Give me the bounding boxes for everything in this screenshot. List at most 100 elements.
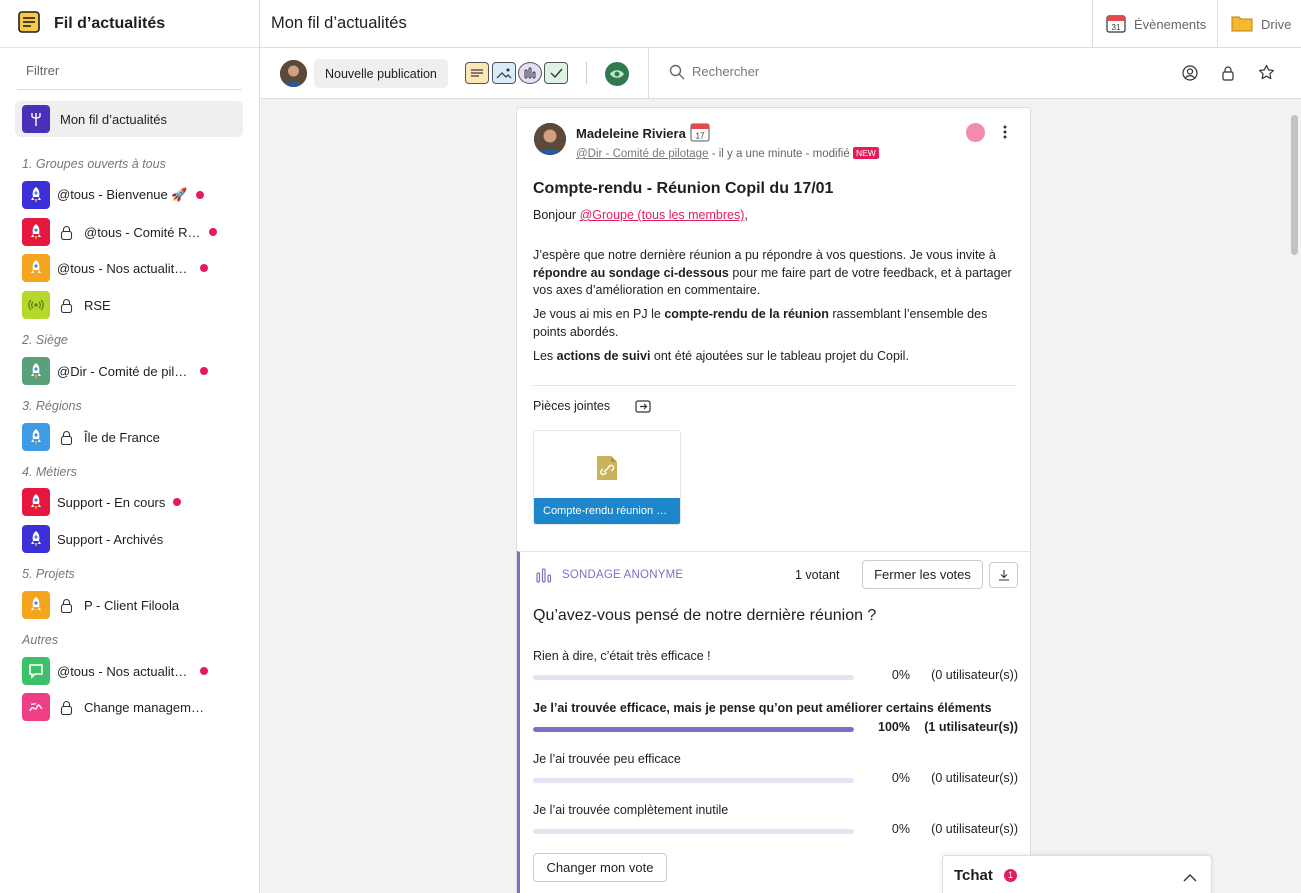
post-time: - il y a une minute: [711, 148, 803, 160]
scrollbar[interactable]: [1288, 99, 1301, 893]
group-label: @tous - Nos actualité…: [57, 663, 192, 679]
folder-icon: [1231, 13, 1253, 36]
poll-chart-icon: [535, 567, 553, 586]
poll-icon[interactable]: [518, 62, 542, 84]
group-rocket-icon: [22, 181, 50, 209]
poll-option-label[interactable]: Je l’ai trouvée peu efficace: [533, 752, 681, 766]
sidebar-group-item[interactable]: P - Client Filoola: [22, 591, 179, 619]
search-icon: [669, 64, 685, 83]
filter-input[interactable]: Filtrer: [17, 62, 242, 90]
star-icon[interactable]: [1258, 64, 1275, 84]
image-icon[interactable]: [492, 62, 516, 84]
post-paragraph-2: Je vous ai mis en PJ le compte-rendu de …: [533, 307, 988, 339]
more-options-icon[interactable]: [1003, 125, 1007, 142]
poll-option-percent: 0%: [891, 771, 910, 785]
sidebar-group-item[interactable]: @tous - Bienvenue 🚀: [22, 181, 204, 209]
group-label: @tous - Comité R…: [84, 224, 201, 240]
post-toolbar: Nouvelle publication: [260, 48, 1301, 99]
group-label: @tous - Bienvenue 🚀: [57, 187, 188, 202]
poll-option-bar: [533, 778, 854, 783]
user-avatar[interactable]: [280, 60, 307, 87]
author-avatar[interactable]: [534, 123, 566, 155]
post-calendar-day: 17: [696, 132, 705, 141]
post-greeting: Bonjour @Groupe (tous les membres),: [533, 208, 748, 222]
group-signal-icon: [22, 291, 50, 319]
chat-panel[interactable]: Tchat 1: [942, 855, 1212, 893]
unread-dot: [200, 667, 208, 675]
sidebar-group-item[interactable]: Île de France: [22, 423, 160, 451]
sidebar-item-my-feed[interactable]: Mon fil d’actualités: [15, 101, 243, 137]
scrollbar-thumb[interactable]: [1291, 115, 1298, 255]
poll-option-count: (1 utilisateur(s)): [924, 720, 1018, 734]
sidebar-group-item[interactable]: @tous - Comité R…: [22, 218, 217, 246]
search-input[interactable]: [692, 64, 992, 79]
group-rocket-icon: [22, 488, 50, 516]
group-rocket-icon: [22, 218, 50, 246]
attachments-label: Pièces jointes: [533, 399, 611, 413]
reaction-dot-icon[interactable]: [966, 123, 985, 142]
close-votes-button[interactable]: Fermer les votes: [862, 560, 983, 589]
attachment-export-icon[interactable]: [635, 399, 651, 417]
chat-badge: 1: [1004, 869, 1017, 882]
change-vote-button[interactable]: Changer mon vote: [533, 853, 667, 882]
sidebar-group-item[interactable]: @tous - Nos actualité…: [22, 657, 208, 685]
drive-button[interactable]: Drive: [1217, 0, 1301, 48]
article-icon[interactable]: [465, 62, 489, 84]
poll-option-label[interactable]: Je l’ai trouvée efficace, mais je pense …: [533, 701, 992, 715]
unread-dot: [200, 264, 208, 272]
events-button[interactable]: 31 Évènements: [1092, 0, 1217, 48]
sidebar-group-item[interactable]: Support - Archivés: [22, 525, 163, 553]
checklist-icon[interactable]: [544, 62, 568, 84]
new-badge: NEW: [852, 147, 879, 159]
newsfeed-icon: [18, 11, 40, 36]
group-label: P - Client Filoola: [84, 597, 180, 613]
page-title: Mon fil d’actualités: [271, 14, 407, 32]
poll-option-count: (0 utilisateur(s)): [931, 668, 1018, 682]
poll-option-bar: [533, 727, 854, 732]
chat-label: Tchat: [954, 867, 993, 884]
group-rocket-icon: [22, 357, 50, 385]
group-label: Île de France: [84, 429, 160, 445]
chevron-up-icon[interactable]: [1183, 870, 1197, 885]
download-button[interactable]: [989, 562, 1018, 588]
user-circle-icon[interactable]: [1182, 65, 1198, 84]
author-name[interactable]: Madeleine Riviera: [576, 126, 686, 141]
poll-option-count: (0 utilisateur(s)): [931, 771, 1018, 785]
group-rocket-icon: [22, 423, 50, 451]
group-scribble-icon: [22, 693, 50, 721]
sidebar-section-title: 5. Projets: [22, 567, 75, 581]
sidebar-section-title: Autres: [22, 633, 59, 647]
drive-label: Drive: [1261, 16, 1292, 32]
unread-dot: [195, 191, 204, 199]
group-rocket-icon: [22, 525, 50, 553]
sidebar-group-item[interactable]: Support - En cours: [22, 488, 182, 516]
sidebar-group-item[interactable]: Change management: [22, 693, 209, 721]
sidebar-group-item[interactable]: @Dir - Comité de pilot…: [22, 357, 208, 385]
sidebar-item-label: Mon fil d’actualités: [60, 111, 167, 127]
poll-option-label[interactable]: Je l’ai trouvée complètement inutile: [533, 803, 728, 817]
calendar-day: 31: [1112, 23, 1121, 32]
group-link[interactable]: @Dir - Comité de pilotage: [576, 148, 708, 160]
attachment-card[interactable]: Compte-rendu réunion …: [533, 430, 681, 525]
sidebar-section-title: 3. Régions: [22, 399, 82, 413]
mention-link[interactable]: @Groupe (tous les membres): [580, 208, 745, 222]
sidebar-group-item[interactable]: RSE: [22, 291, 111, 319]
group-label: @Dir - Comité de pilot…: [57, 363, 192, 379]
toolbar-divider: [586, 62, 587, 84]
sidebar-group-item[interactable]: @tous - Nos actualité…: [22, 254, 208, 282]
lock-icon: [60, 598, 73, 613]
post-title: Compte-rendu - Réunion Copil du 17/01: [533, 180, 834, 197]
poll-section: SONDAGE ANONYME 1 votant Fermer les vote…: [517, 551, 1030, 893]
poll-option-bar: [533, 829, 854, 834]
visibility-eye-icon[interactable]: [605, 62, 629, 86]
sidebar-section-title: 1. Groupes ouverts à tous: [22, 157, 166, 171]
feed-content: Madeleine Riviera 17 @Dir - Comité de pi…: [260, 99, 1288, 893]
sidebar-section-title: 4. Métiers: [22, 465, 77, 479]
sidebar-header: Fil d’actualités: [0, 0, 259, 48]
poll-option-count: (0 utilisateur(s)): [931, 822, 1018, 836]
poll-option-label[interactable]: Rien à dire, c’était très efficace !: [533, 649, 711, 663]
lock-icon[interactable]: [1221, 65, 1235, 84]
new-post-button[interactable]: Nouvelle publication: [314, 59, 448, 88]
top-bar: Mon fil d’actualités 31 Évènements Drive: [260, 0, 1301, 48]
group-label: @tous - Nos actualité…: [57, 260, 192, 276]
